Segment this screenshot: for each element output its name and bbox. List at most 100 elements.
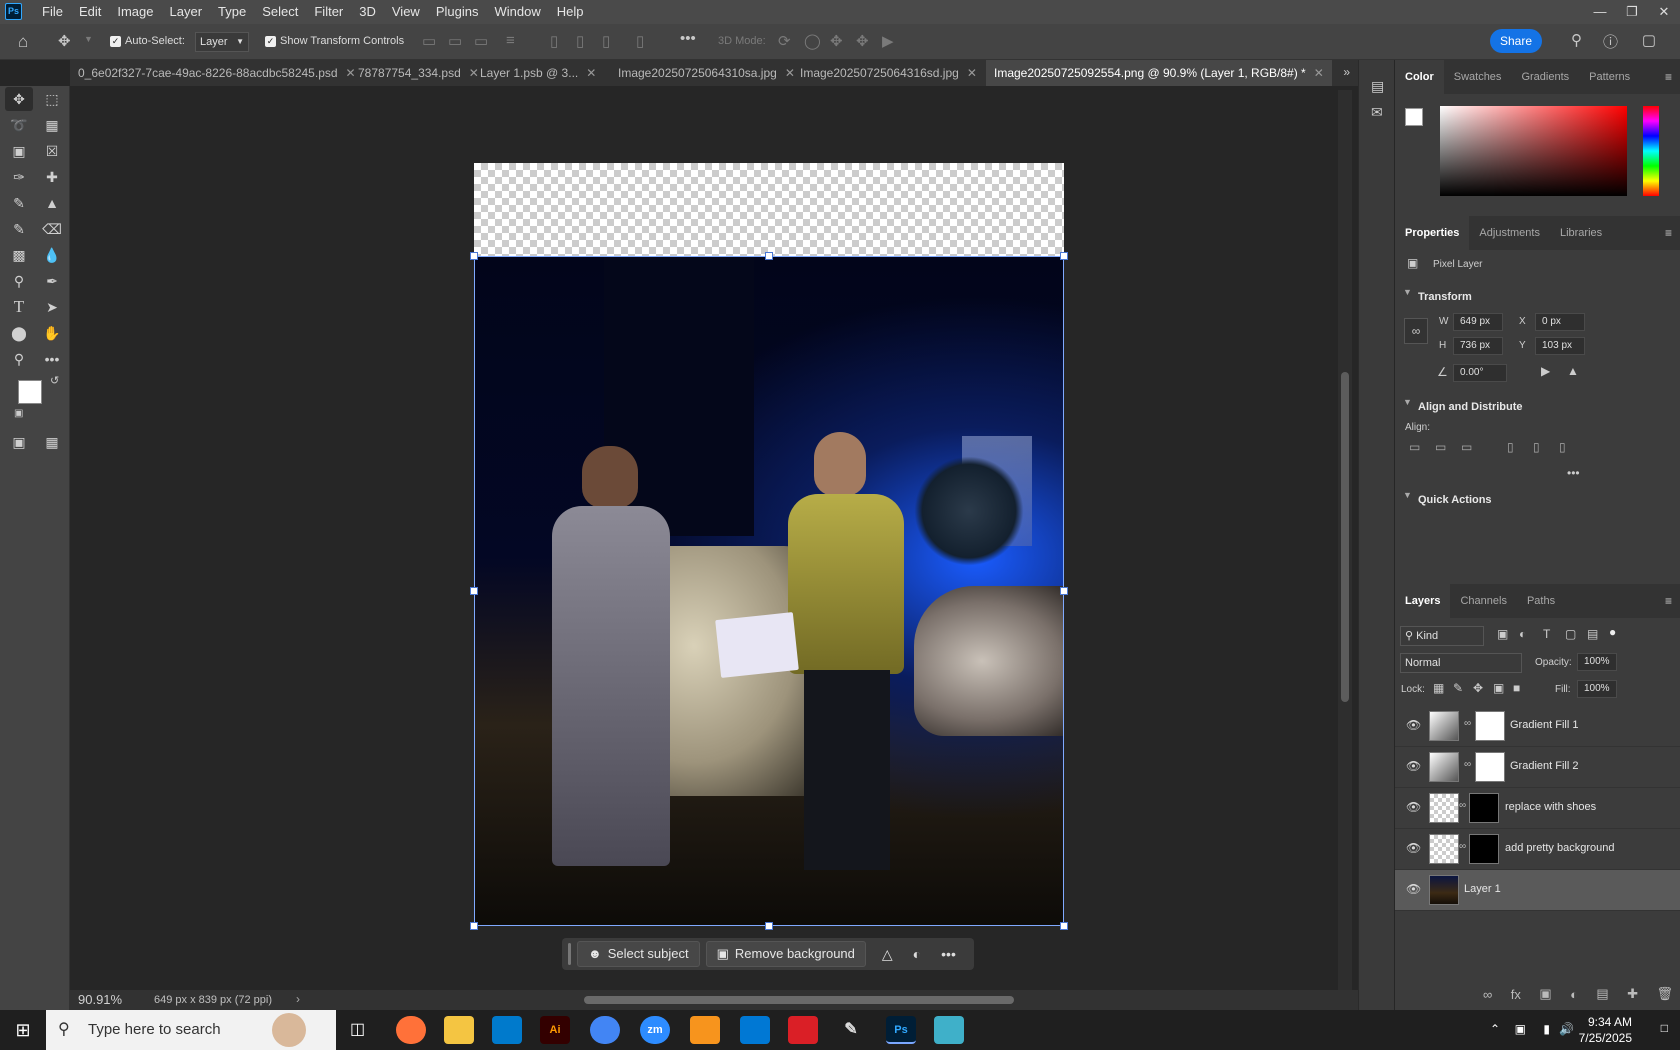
opacity-field[interactable]: 100% [1577, 653, 1617, 671]
tab-color[interactable]: Color [1395, 60, 1444, 94]
menu-layer[interactable]: Layer [162, 0, 211, 24]
filter-toggle-icon[interactable]: ● [1609, 625, 1616, 639]
tab-paths[interactable]: Paths [1517, 584, 1565, 618]
3d-camera-icon[interactable]: ▶ [882, 32, 894, 50]
lock-transparent-icon[interactable]: ▦ [1433, 681, 1444, 695]
menu-view[interactable]: View [384, 0, 428, 24]
gradient-tool-icon[interactable]: ▩ [5, 243, 33, 267]
eye-icon[interactable]: 👁 [1406, 882, 1421, 896]
eye-icon[interactable]: 👁 [1406, 718, 1421, 732]
color-picker-field[interactable] [1440, 106, 1627, 196]
eye-icon[interactable]: 👁 [1406, 759, 1421, 773]
hue-slider[interactable] [1643, 106, 1659, 196]
flip-horizontal-icon[interactable]: ▶ [1541, 364, 1550, 378]
move-tool-icon[interactable]: ✥ [58, 32, 71, 50]
chevron-down-icon[interactable]: ▼ [84, 34, 93, 44]
history-brush-icon[interactable]: ✎ [5, 217, 33, 241]
status-chevron-icon[interactable]: › [296, 992, 300, 1006]
quick-mask-icon[interactable]: ▣ [5, 430, 33, 454]
type-tool-icon[interactable]: T [5, 295, 33, 319]
close-tab-icon[interactable]: ✕ [967, 66, 977, 80]
zoom-app-icon[interactable]: zm [640, 1016, 670, 1044]
search-icon[interactable]: ⚲ [1571, 31, 1582, 49]
align-top-icon[interactable]: ▯ [1507, 440, 1514, 454]
filter-shape-icon[interactable]: ▢ [1565, 627, 1576, 641]
select-subject-button[interactable]: ☻ Select subject [577, 941, 700, 967]
hand-tool-icon[interactable]: ✋ [38, 321, 66, 345]
link-layers-icon[interactable]: ∞ [1483, 987, 1492, 1002]
tab-layers[interactable]: Layers [1395, 584, 1451, 618]
more-options-icon[interactable]: ••• [1567, 466, 1580, 480]
tab-libraries[interactable]: Libraries [1550, 216, 1612, 250]
pen-tool-icon[interactable]: ✒ [38, 269, 66, 293]
tab-adjustments[interactable]: Adjustments [1469, 216, 1550, 250]
path-selection-icon[interactable]: ➤ [38, 295, 66, 319]
distribute-icon[interactable]: ≡ [506, 32, 515, 49]
lock-pixels-icon[interactable]: ✎ [1453, 681, 1463, 695]
y-field[interactable]: 103 px [1535, 337, 1585, 355]
fill-field[interactable]: 100% [1577, 680, 1617, 698]
3d-slide-icon[interactable]: ✥ [856, 32, 869, 50]
menu-select[interactable]: Select [254, 0, 306, 24]
menu-image[interactable]: Image [109, 0, 161, 24]
lock-all-icon[interactable]: ■ [1513, 681, 1520, 695]
comments-icon[interactable]: ✉ [1371, 104, 1383, 121]
crop-tool-icon[interactable]: ▣ [5, 139, 33, 163]
menu-file[interactable]: File [34, 0, 71, 24]
menu-help[interactable]: Help [549, 0, 592, 24]
lock-position-icon[interactable]: ✥ [1473, 681, 1483, 695]
close-icon[interactable]: ✕ [1648, 1, 1680, 23]
eye-icon[interactable]: 👁 [1406, 800, 1421, 814]
align-bottom-icon[interactable]: ▯ [602, 32, 610, 50]
eye-icon[interactable]: 👁 [1406, 841, 1421, 855]
filter-kind-dropdown[interactable]: ⚲ Kind [1400, 626, 1484, 646]
transform-icon[interactable]: △ [882, 946, 893, 963]
layer-row[interactable]: 👁 ∞ Gradient Fill 1 [1395, 706, 1680, 747]
layer-name[interactable]: Gradient Fill 2 [1510, 760, 1578, 772]
align-left-icon[interactable]: ▭ [1409, 440, 1420, 454]
align-center-icon[interactable]: ▭ [448, 32, 462, 50]
illustrator-icon[interactable]: Ai [540, 1016, 570, 1044]
brush-tool-icon[interactable]: ✎ [5, 191, 33, 215]
add-mask-icon[interactable]: ▣ [1539, 986, 1551, 1002]
battery-icon[interactable]: ▮ [1543, 1022, 1550, 1036]
align-middle-icon[interactable]: ▯ [1533, 440, 1540, 454]
frame-tool-icon[interactable]: ☒ [38, 139, 66, 163]
menu-window[interactable]: Window [486, 0, 548, 24]
new-layer-icon[interactable]: ✚ [1627, 986, 1638, 1002]
angle-field[interactable]: 0.00° [1453, 364, 1507, 382]
object-selection-tool-icon[interactable]: ▦ [38, 113, 66, 137]
tab-document-5[interactable]: Image20250725064316sd.jpg ✕ [792, 60, 985, 86]
horizontal-scroll-thumb[interactable] [584, 996, 1014, 1004]
task-view-icon[interactable]: ◫ [350, 1019, 365, 1039]
more-options-icon[interactable]: ••• [680, 30, 696, 47]
height-field[interactable]: 736 px [1453, 337, 1503, 355]
lasso-tool-icon[interactable]: ➰ [5, 113, 33, 137]
delete-layer-icon[interactable]: 🗑 [1656, 986, 1673, 1002]
chevron-down-icon[interactable]: ▼ [1403, 397, 1412, 407]
tab-swatches[interactable]: Swatches [1444, 60, 1512, 94]
panel-menu-icon[interactable]: ≡ [1665, 594, 1672, 608]
align-center-icon[interactable]: ▭ [1435, 440, 1446, 454]
layer-row[interactable]: 👁 ∞ Gradient Fill 2 [1395, 747, 1680, 788]
show-transform-checkbox[interactable]: ✓ [265, 36, 276, 47]
tab-patterns[interactable]: Patterns [1579, 60, 1640, 94]
align-bottom-icon[interactable]: ▯ [1559, 440, 1566, 454]
zoom-tool-icon[interactable]: ⚲ [5, 347, 33, 371]
marquee-tool-icon[interactable]: ⬚ [38, 87, 66, 111]
file-explorer-icon[interactable] [444, 1016, 474, 1044]
photo-layer[interactable] [474, 256, 1064, 926]
app-icon[interactable] [690, 1016, 720, 1044]
filter-type-icon[interactable]: T [1543, 627, 1550, 641]
link-icon[interactable]: ∞ [1404, 318, 1428, 344]
share-button[interactable]: Share [1490, 29, 1542, 53]
chevron-down-icon[interactable]: ▼ [1403, 287, 1412, 297]
auto-select-checkbox[interactable]: ✓ [110, 36, 121, 47]
chevron-down-icon[interactable]: ▼ [1403, 490, 1412, 500]
zoom-level[interactable]: 90.91% [78, 992, 122, 1007]
panel-menu-icon[interactable]: ≡ [1665, 70, 1672, 84]
panel-menu-icon[interactable]: ≡ [1665, 226, 1672, 240]
layer-row[interactable]: 👁 ∞ replace with shoes [1395, 788, 1680, 829]
filter-adjustment-icon[interactable]: ◐ [1519, 627, 1526, 641]
blur-tool-icon[interactable]: 💧 [38, 243, 66, 267]
